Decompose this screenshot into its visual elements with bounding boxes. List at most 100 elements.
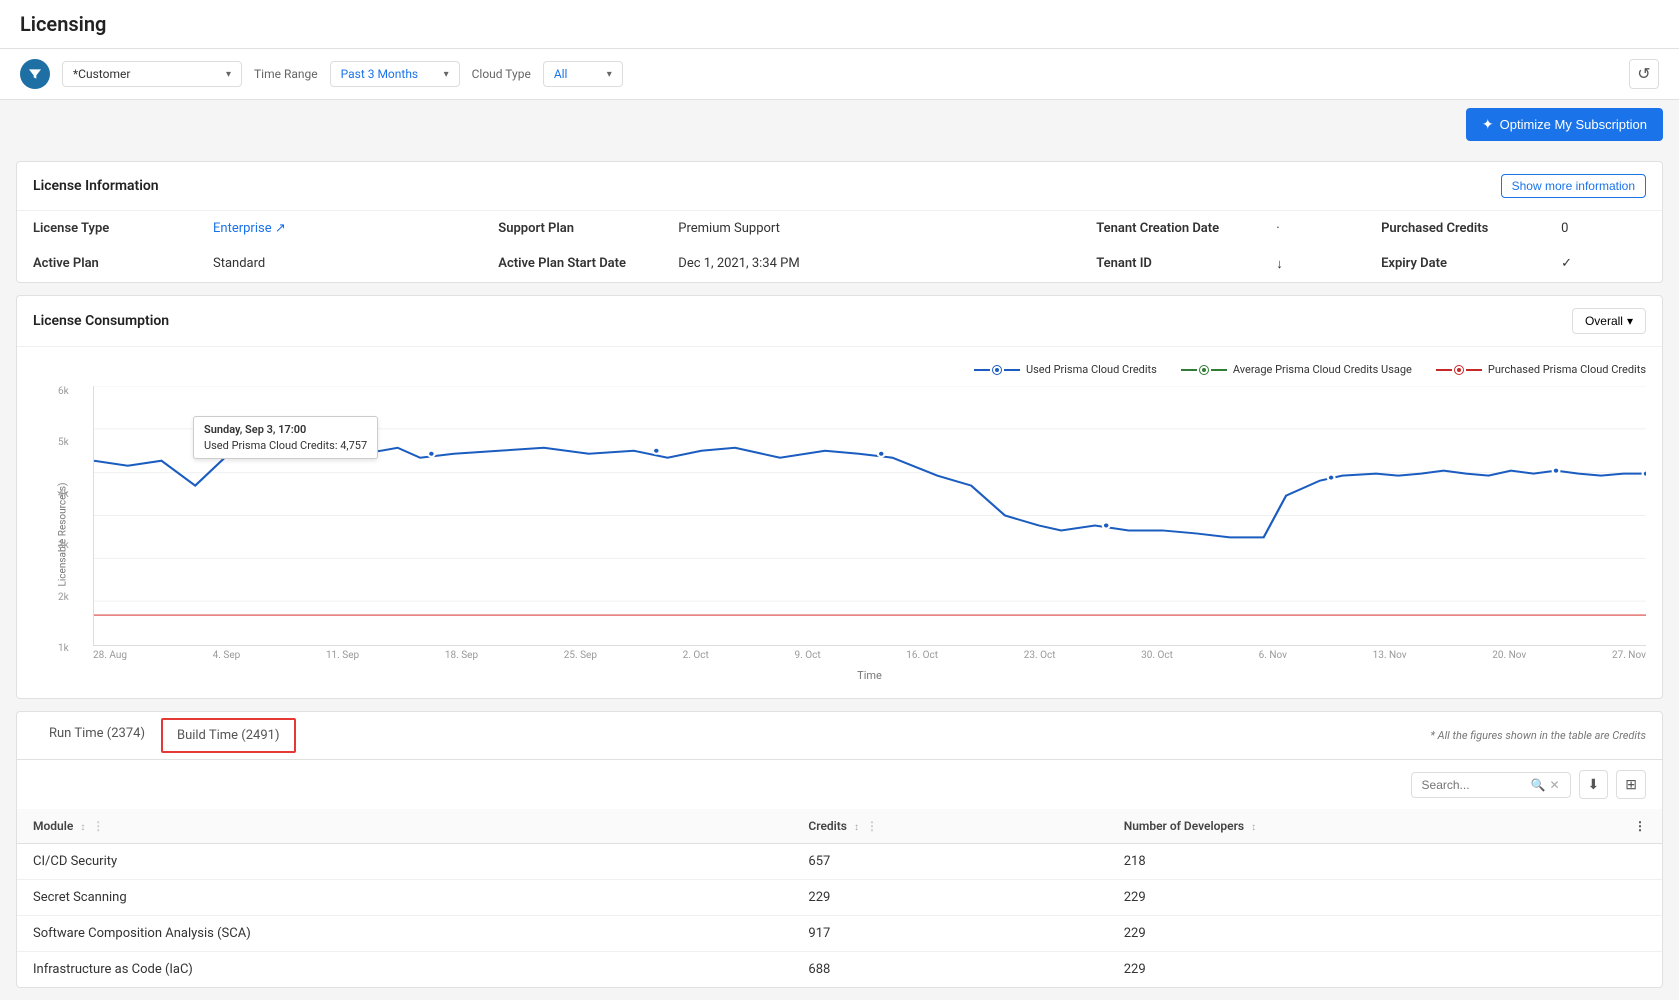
cloud-type-select[interactable]: All ▾: [543, 61, 623, 87]
tabs-section: Run Time (2374) Build Time (2491) * All …: [16, 711, 1663, 988]
legend-purchased-dot: [1455, 366, 1463, 374]
row1-developers: 218: [1108, 844, 1618, 880]
funnel-svg: [27, 66, 43, 82]
refresh-button[interactable]: ↺: [1629, 59, 1659, 89]
search-box[interactable]: 🔍 ✕: [1411, 772, 1571, 798]
tenant-id-value: ↓: [1260, 246, 1365, 282]
chart-wrapper: Licensable Resource(s) 6k 5k 4k 3k 2k 1k: [33, 386, 1646, 682]
row2-actions: [1618, 880, 1662, 916]
license-type-label: License Type: [17, 211, 197, 246]
customer-caret: ▾: [226, 69, 231, 80]
search-input[interactable]: [1422, 778, 1527, 792]
license-active-row: Active Plan Standard Active Plan Start D…: [17, 246, 1662, 282]
developers-sort-icon[interactable]: ↕: [1251, 822, 1256, 833]
legend-used-dot: [993, 366, 1001, 374]
clear-search-icon[interactable]: ✕: [1549, 778, 1559, 792]
optimize-row: ✦ Optimize My Subscription: [0, 100, 1679, 149]
tooltip-value: Used Prisma Cloud Credits: 4,757: [204, 439, 367, 452]
legend-avg-label: Average Prisma Cloud Credits Usage: [1233, 363, 1412, 376]
row4-actions: [1618, 952, 1662, 988]
license-consumption-header: License Consumption Overall ▾: [17, 296, 1662, 347]
table-row: Software Composition Analysis (SCA) 917 …: [17, 916, 1662, 952]
filter-icon[interactable]: [20, 59, 50, 89]
table-row: Secret Scanning 229 229: [17, 880, 1662, 916]
cloud-type-label: Cloud Type: [472, 67, 531, 81]
col-module: Module ↕ ⋮: [17, 809, 792, 844]
tooltip-value-label: Used Prisma Cloud Credits:: [204, 439, 338, 452]
license-info-title: License Information: [33, 178, 159, 194]
credits-col-resize[interactable]: ⋮: [866, 819, 878, 833]
row2-module: Secret Scanning: [17, 880, 792, 916]
download-button[interactable]: ⬇: [1579, 770, 1609, 799]
y-tick-5k: 5k: [58, 437, 69, 448]
col-actions: ⋮: [1618, 809, 1662, 844]
legend-avg-dot: [1200, 366, 1208, 374]
tooltip-value-number: 4,757: [340, 439, 367, 452]
y-tick-6k: 6k: [58, 386, 69, 397]
time-range-select[interactable]: Past 3 Months ▾: [330, 61, 460, 87]
table-body: CI/CD Security 657 218 Secret Scanning 2…: [17, 844, 1662, 988]
filter-bar: *Customer ▾ Time Range Past 3 Months ▾ C…: [0, 49, 1679, 100]
x-label-sep25: 25. Sep: [564, 650, 597, 661]
page-header: Licensing: [0, 0, 1679, 49]
legend-avg-line2: [1211, 369, 1227, 371]
row4-credits: 688: [792, 952, 1107, 988]
x-label-sep11: 11. Sep: [326, 650, 359, 661]
table-controls: 🔍 ✕ ⬇ ⊞: [17, 760, 1662, 809]
customer-select[interactable]: *Customer ▾: [62, 61, 242, 87]
purchased-credits-value: 0: [1545, 211, 1662, 246]
active-plan-label: Active Plan: [17, 246, 197, 282]
license-info-section: License Information Show more informatio…: [16, 161, 1663, 283]
module-col-resize[interactable]: ⋮: [92, 819, 104, 833]
x-label-oct9: 9. Oct: [794, 650, 820, 661]
col-developers: Number of Developers ↕: [1108, 809, 1618, 844]
legend-purchased-label: Purchased Prisma Cloud Credits: [1488, 363, 1646, 376]
tabs-left: Run Time (2374) Build Time (2491): [33, 712, 296, 759]
tenant-creation-label: Tenant Creation Date: [1080, 211, 1260, 246]
show-more-button[interactable]: Show more information: [1501, 174, 1646, 198]
row3-module: Software Composition Analysis (SCA): [17, 916, 792, 952]
module-sort-icon[interactable]: ↕: [80, 822, 85, 833]
legend-avg: Average Prisma Cloud Credits Usage: [1181, 363, 1412, 376]
row3-credits: 917: [792, 916, 1107, 952]
chart-container: Used Prisma Cloud Credits Average Prisma…: [17, 347, 1662, 698]
columns-button[interactable]: ⊞: [1616, 770, 1646, 799]
overall-caret: ▾: [1627, 314, 1633, 328]
x-label-oct16: 16. Oct: [906, 650, 938, 661]
active-plan-start-label: Active Plan Start Date: [482, 246, 662, 282]
legend-used: Used Prisma Cloud Credits: [974, 363, 1157, 376]
row3-developers: 229: [1108, 916, 1618, 952]
tab-runtime[interactable]: Run Time (2374): [33, 712, 161, 759]
tabs-bar: Run Time (2374) Build Time (2491) * All …: [17, 712, 1662, 760]
col-credits: Credits ↕ ⋮: [792, 809, 1107, 844]
x-label-aug28: 28. Aug: [93, 650, 127, 661]
overall-button[interactable]: Overall ▾: [1572, 308, 1646, 334]
chart-tooltip: Sunday, Sep 3, 17:00 Used Prisma Cloud C…: [193, 416, 378, 459]
license-consumption-title: License Consumption: [33, 313, 169, 329]
cloud-type-value: All: [554, 67, 568, 81]
license-type-value: Enterprise ↗: [197, 211, 482, 246]
row4-developers: 229: [1108, 952, 1618, 988]
y-tick-3k: 3k: [58, 540, 69, 551]
table-header-row: Module ↕ ⋮ Credits ↕ ⋮ Number of Develop…: [17, 809, 1662, 844]
legend-purchased-line: [1436, 369, 1452, 371]
tab-buildtime[interactable]: Build Time (2491): [161, 718, 296, 753]
row2-credits: 229: [792, 880, 1107, 916]
y-tick-1k: 1k: [58, 643, 69, 654]
optimize-button[interactable]: ✦ Optimize My Subscription: [1466, 108, 1663, 141]
row1-credits: 657: [792, 844, 1107, 880]
table-wrapper: Module ↕ ⋮ Credits ↕ ⋮ Number of Develop…: [17, 809, 1662, 987]
license-info-table: License Type Enterprise ↗ Support Plan P…: [17, 211, 1662, 282]
active-plan-start-value: Dec 1, 2021, 3:34 PM: [662, 246, 1080, 282]
col-settings-icon[interactable]: ⋮: [1634, 819, 1646, 833]
chart-inner: 6k 5k 4k 3k 2k 1k: [93, 386, 1646, 682]
credits-sort-icon[interactable]: ↕: [854, 822, 859, 833]
search-icon: 🔍: [1531, 778, 1546, 792]
license-info-body: License Type Enterprise ↗ Support Plan P…: [17, 211, 1662, 282]
legend-purchased: Purchased Prisma Cloud Credits: [1436, 363, 1646, 376]
data-table: Module ↕ ⋮ Credits ↕ ⋮ Number of Develop…: [17, 809, 1662, 987]
x-label-nov27: 27. Nov: [1612, 650, 1646, 661]
license-consumption-section: License Consumption Overall ▾ Used Prism…: [16, 295, 1663, 699]
x-label-oct23: 23. Oct: [1024, 650, 1056, 661]
optimize-icon: ✦: [1482, 116, 1494, 133]
